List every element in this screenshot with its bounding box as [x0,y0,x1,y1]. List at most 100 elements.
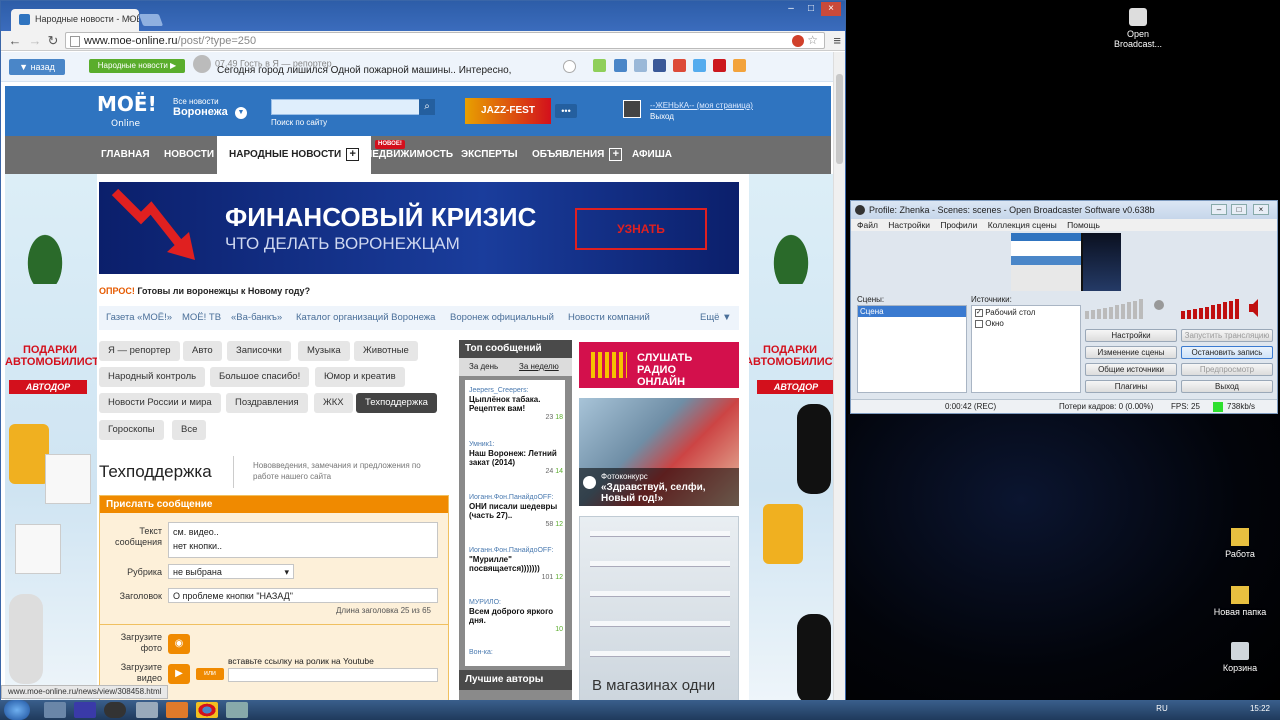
tag-support[interactable]: Техподдержка [356,393,437,413]
minimize-icon[interactable]: – [1211,204,1227,215]
tab-day[interactable]: За день [469,362,498,371]
nav-classifieds[interactable]: ОБЪЯВЛЕНИЯ + [532,136,623,174]
tag-thanks[interactable]: Большое спасибо! [210,367,310,387]
source-item[interactable]: Окно [972,319,1080,328]
back-button[interactable]: ▼ назад [9,59,65,75]
nav-main[interactable]: ГЛАВНАЯ [101,136,150,174]
title-input[interactable]: О проблеме кнопки "НАЗАД" [168,588,438,603]
source-item[interactable]: ✓ Рабочий стол [972,306,1080,319]
address-bar[interactable]: www.moe-online.ru/post/?type=250 ☆ [65,32,825,49]
obs-exit-button[interactable]: Выход [1181,380,1273,393]
learn-more-button[interactable]: УЗНАТЬ [575,208,707,250]
scene-item[interactable]: Сцена [858,306,966,317]
nav-poster[interactable]: АФИША [632,136,672,174]
checkbox-icon[interactable] [975,319,983,328]
message-textarea[interactable]: см. видео.. нет кнопки.. [168,522,438,558]
jazz-banner[interactable]: JAZZ-FEST [465,98,551,124]
new-tab-button[interactable] [138,14,164,26]
list-item[interactable]: МУРИЛО: Всем доброго яркого дня. 10 [469,598,563,633]
reload-icon[interactable]: ↻ [45,33,61,49]
logout-link[interactable]: Выход [650,112,674,121]
taskbar-explorer-icon[interactable] [44,702,66,718]
chrome-menu-icon[interactable]: ≡ [833,33,841,48]
obs-preview-button[interactable]: Предпросмотр [1181,363,1273,376]
start-button[interactable] [4,700,30,720]
upload-photo-icon[interactable]: ◉ [168,634,190,654]
subnav-official[interactable]: Воронеж официальный [450,312,554,323]
taskbar-app-icon[interactable] [226,702,248,718]
desktop-icon-new-folder[interactable]: Новая папка [1205,586,1275,617]
search-icon[interactable]: ⌕ [419,99,435,115]
left-side-ad[interactable]: ПОДАРКИ АВТОМОБИЛИСТАМ АВТОДОР [5,174,97,701]
menu-file[interactable]: Файл [857,220,878,230]
subnav-catalog[interactable]: Каталог организаций Воронежа [296,312,435,323]
sources-list[interactable]: ✓ Рабочий стол Окно [971,305,1081,393]
list-item[interactable]: Умник1: Наш Воронеж: Летний закат (2014) 2… [469,440,563,475]
google-plus-icon[interactable] [673,59,686,72]
list-item[interactable]: Jeepers_Creepers: Цыплёнок табака. Рецепт… [469,386,563,421]
tag-animals[interactable]: Животные [354,341,418,361]
radio-banner[interactable]: СЛУШАТЬ РАДИО ОНЛАЙН [579,342,739,388]
search-input[interactable] [271,99,423,115]
tag-horoscope[interactable]: Гороскопы [99,420,164,440]
news-ticker[interactable]: 07.49 Гость в Я — репортер Сегодня город… [193,55,511,76]
chevron-down-icon[interactable]: ▼ [235,107,247,119]
list-item[interactable]: Иоганн.Фон.ПанайдоOFF: ОНИ писали шедевры… [469,493,563,528]
page-scrollbar[interactable] [833,52,845,701]
language-indicator[interactable]: RU [1156,704,1168,713]
nav-experts[interactable]: ЭКСПЕРТЫ [461,136,518,174]
twitter-icon[interactable] [693,59,706,72]
social-icon-3[interactable] [634,59,647,72]
facebook-icon[interactable] [653,59,666,72]
user-profile-link[interactable]: --ЖЕНЬКА-- (моя страница) [650,101,753,110]
tag-reporter[interactable]: Я — репортер [99,341,180,361]
rubric-select[interactable]: не выбрана ▾ [168,564,294,579]
minimize-icon[interactable]: – [781,2,801,16]
more-button[interactable]: ••• [555,104,577,118]
taskbar-media-icon[interactable] [166,702,188,718]
subnav-newspaper[interactable]: Газета «МОЁ!» [106,312,172,323]
subnav-companies[interactable]: Новости компаний [568,312,650,323]
obs-start-stream-button[interactable]: Запустить трансляцию [1181,329,1273,342]
forward-arrow-icon[interactable]: → [27,33,43,49]
tab-week[interactable]: За неделю [519,362,559,371]
plus-icon[interactable]: + [346,147,360,161]
store-ad[interactable]: В магазинах одни [579,516,739,701]
user-avatar[interactable] [623,100,641,118]
finance-banner[interactable]: ФИНАНСОВЫЙ КРИЗИС ЧТО ДЕЛАТЬ ВОРОНЕЖЦАМ … [99,182,739,274]
obs-global-sources-button[interactable]: Общие источники [1085,363,1177,376]
subnav-more[interactable]: Ещё ▼ [700,312,731,323]
back-arrow-icon[interactable]: ← [7,33,23,49]
browser-tab[interactable]: Народные новости - МОЁ × [11,9,139,31]
maximize-icon[interactable]: □ [1231,204,1247,215]
photo-contest-banner[interactable]: Фотоконкурс «Здравствуй, селфи, Новый го… [579,398,739,506]
youtube-link-input[interactable] [228,668,438,682]
desktop-icon-recycle-bin[interactable]: Корзина [1205,642,1275,673]
right-side-ad[interactable]: ПОДАРКИ АВТОМОБИЛИСТАМ АВТОДОР [749,174,833,701]
tag-humor[interactable]: Юмор и креатив [315,367,405,387]
poll-link[interactable]: ОПРОС! Готовы ли воронежцы к Новому году… [99,286,310,296]
scenes-list[interactable]: Сцена [857,305,967,393]
youtube-icon[interactable] [713,59,726,72]
menu-help[interactable]: Помощь [1067,220,1100,230]
rss-icon[interactable] [733,59,746,72]
subnav-vabank[interactable]: «Ва-банкъ» [231,312,282,323]
taskbar-chrome-icon[interactable] [196,702,218,718]
extension-icon[interactable] [792,35,804,47]
desktop-icon-work[interactable]: Работа [1205,528,1275,559]
close-tab-icon[interactable]: × [128,13,133,23]
scrollbar-thumb[interactable] [836,74,843,164]
menu-profiles[interactable]: Профили [940,220,977,230]
obs-stop-recording-button[interactable]: Остановить запись [1181,346,1273,359]
obs-settings-button[interactable]: Настройки [1085,329,1177,342]
desktop-icon-obs[interactable]: Open Broadcast... [1103,8,1173,49]
city-selector[interactable]: Все новости Воронежа ▼ [173,97,247,119]
upload-video-icon[interactable]: ▶ [168,664,190,684]
taskbar-obs-icon[interactable] [104,702,126,718]
nav-realty[interactable]: НОВОЕ! НЕДВИЖИМОСТЬ [365,136,453,174]
subnav-tv[interactable]: МОЁ! ТВ [182,312,221,323]
menu-scene-collection[interactable]: Коллекция сцены [988,220,1057,230]
menu-settings[interactable]: Настройки [888,220,930,230]
obs-plugins-button[interactable]: Плагины [1085,380,1177,393]
close-window-icon[interactable]: × [821,2,841,16]
